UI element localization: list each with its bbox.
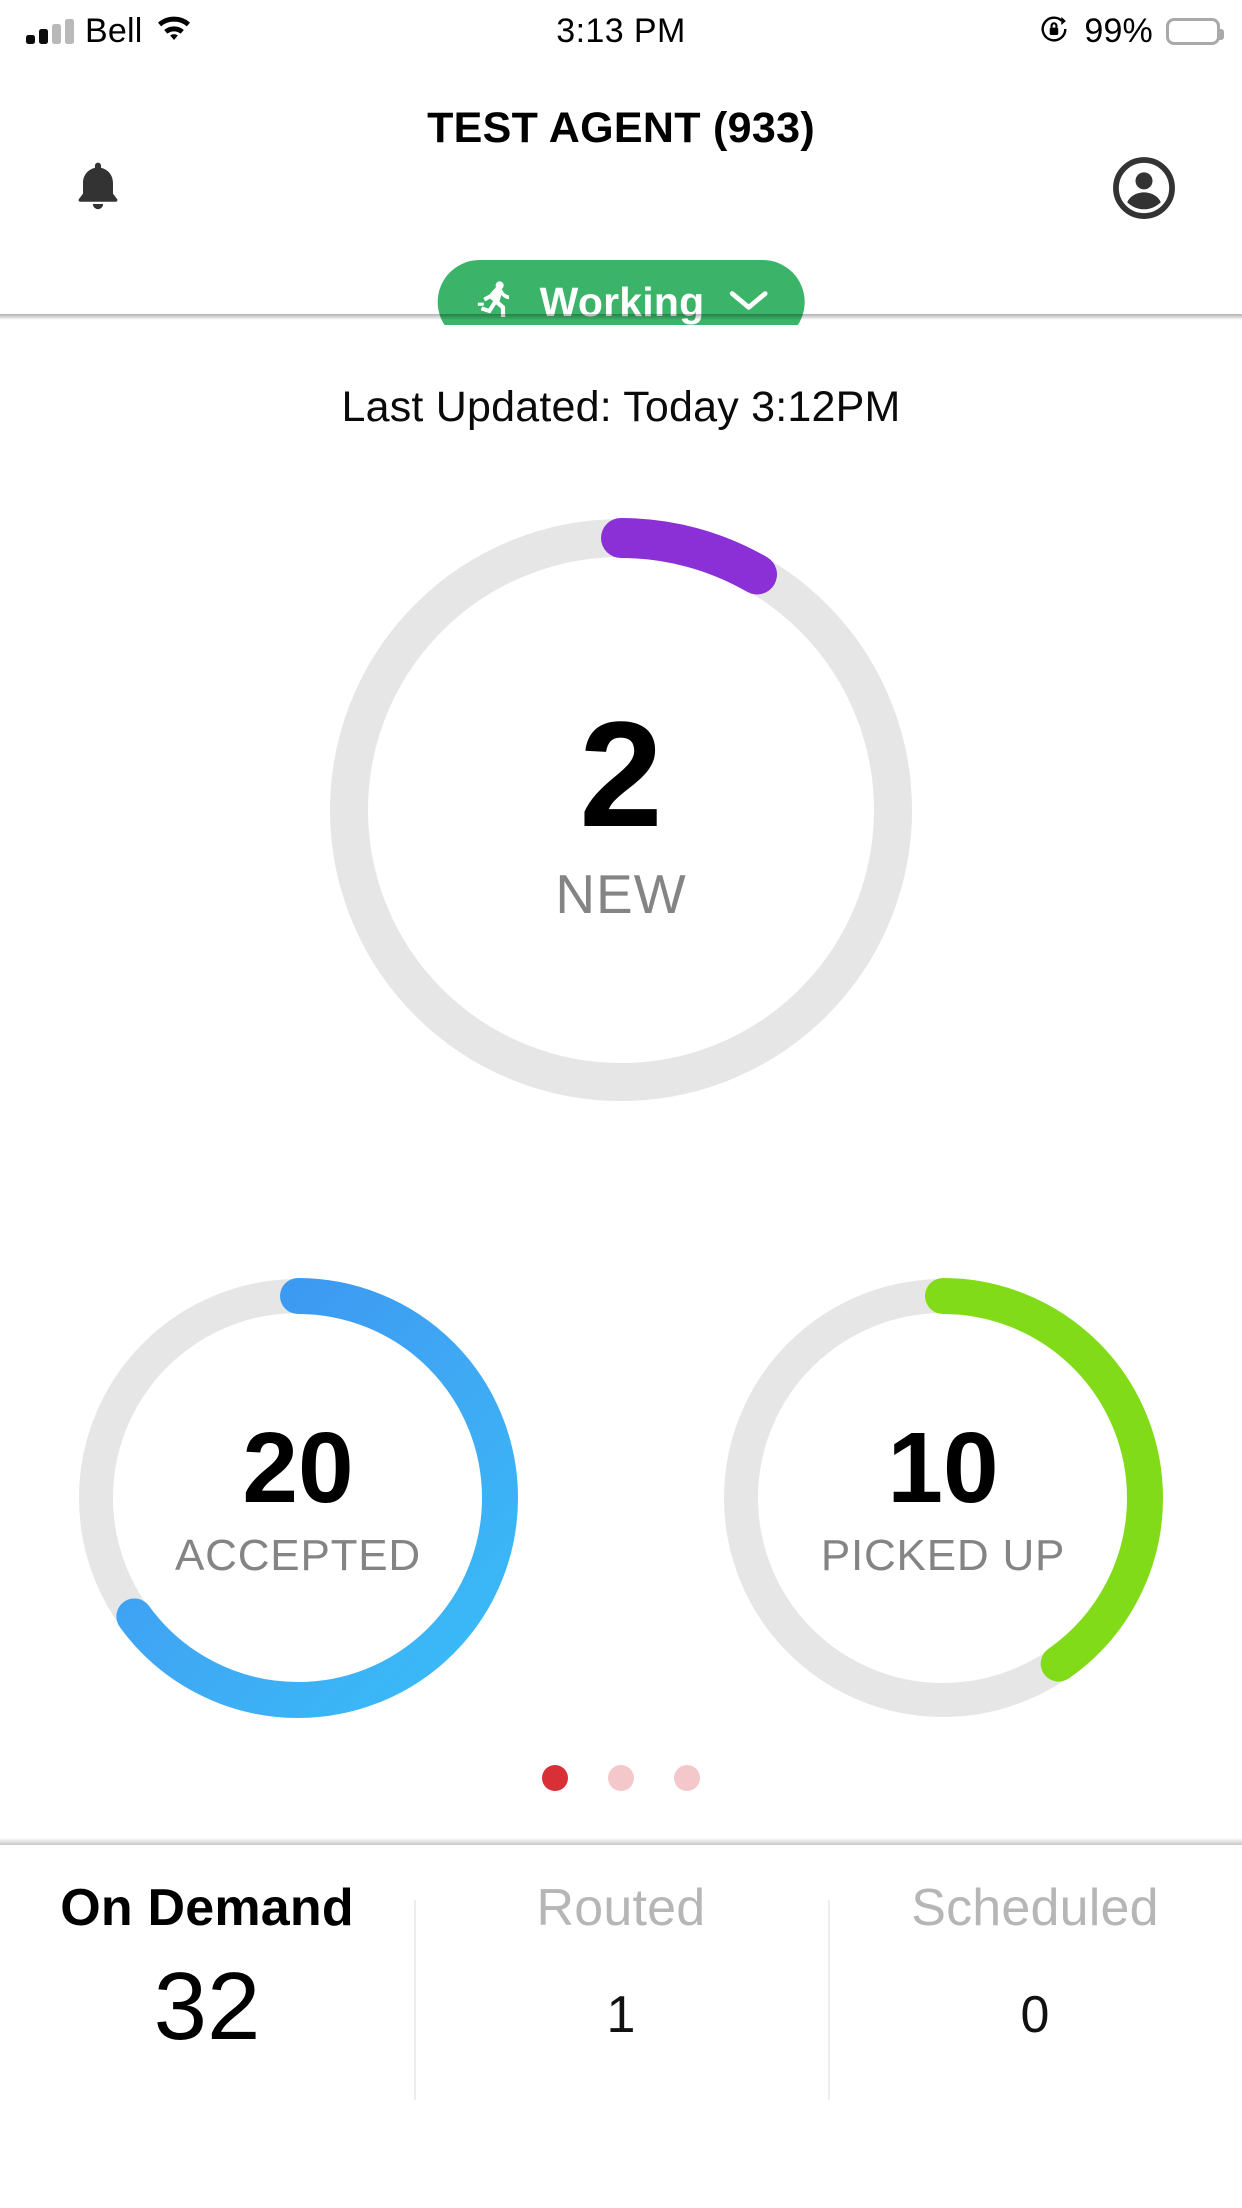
tab-value: 1 <box>606 1986 636 2045</box>
rotation-lock-icon <box>1037 12 1071 51</box>
page-dot-3[interactable] <box>674 1765 700 1791</box>
battery-icon <box>1166 17 1224 45</box>
page-dot-2[interactable] <box>608 1765 634 1791</box>
page-title: TEST AGENT (933) <box>427 104 815 152</box>
tab-label: Scheduled <box>911 1879 1159 1937</box>
bell-icon <box>67 155 129 226</box>
running-person-icon <box>472 277 518 328</box>
agent-status-label: Working <box>539 278 705 325</box>
tab-label: On Demand <box>60 1879 354 1937</box>
clock-label: 3:13 PM <box>556 11 686 50</box>
app-header: TEST AGENT (933) Working <box>0 62 1242 344</box>
donut-accepted[interactable]: 20 ACCEPTED <box>65 1265 531 1731</box>
account-button[interactable] <box>1102 148 1186 232</box>
last-updated-label: Last Updated: Today 3:12PM <box>341 383 901 431</box>
status-bar-right: 99% <box>1037 0 1224 62</box>
tab-value: 0 <box>1020 1986 1050 2045</box>
page-dot-1[interactable] <box>542 1765 568 1791</box>
battery-percent-label: 99% <box>1084 11 1153 50</box>
status-bar: Bell 3:13 PM 99% <box>0 0 1242 62</box>
tab-routed[interactable]: Routed 1 <box>414 1852 828 2152</box>
page-indicator[interactable] <box>0 1765 1242 1791</box>
tab-scheduled[interactable]: Scheduled 0 <box>828 1852 1242 2152</box>
tab-value: 32 <box>153 1953 261 2061</box>
order-type-panel: On Demand 32 Routed 1 Scheduled 0 <box>0 1852 1242 2208</box>
chevron-down-icon <box>726 286 770 319</box>
app-screen: Bell 3:13 PM 99% TEST AGENT (933) Workin… <box>0 0 1242 2208</box>
tab-on-demand[interactable]: On Demand 32 <box>0 1852 414 2152</box>
donut-picked-up[interactable]: 10 PICKED UP <box>710 1265 1176 1731</box>
account-circle-icon <box>1111 155 1177 226</box>
dashboard-content: Last Updated: Today 3:12PM 2 NEW 20 ACCE… <box>0 325 1242 1845</box>
donut-new[interactable]: 2 NEW <box>311 500 931 1120</box>
order-type-tabs: On Demand 32 Routed 1 Scheduled 0 <box>0 1852 1242 2152</box>
notifications-button[interactable] <box>56 148 140 232</box>
tab-label: Routed <box>536 1879 706 1937</box>
